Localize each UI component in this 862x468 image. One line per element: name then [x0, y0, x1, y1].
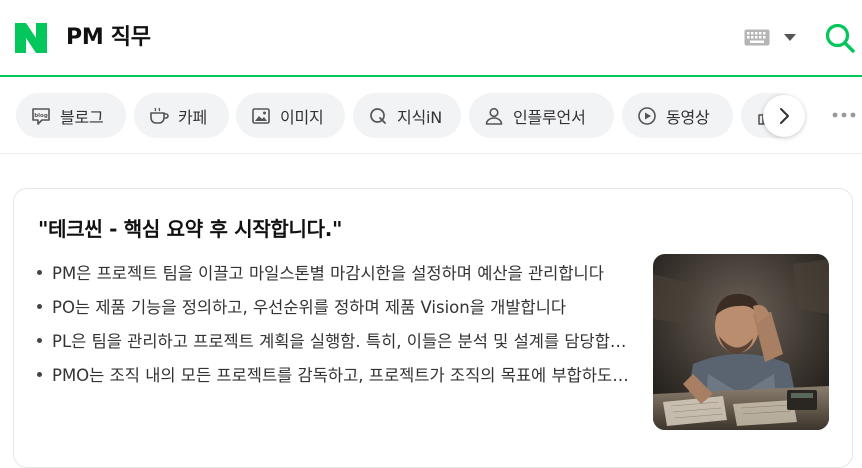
tab-label: 이미지 — [280, 107, 324, 127]
card-title[interactable]: "테크씬 - 핵심 요약 후 시작합니다." — [38, 214, 342, 244]
next-tabs-button[interactable] — [763, 95, 805, 137]
svg-text:blog: blog — [34, 113, 48, 119]
list-item-text[interactable]: PO는 제품 기능을 정의하고, 우선순위를 정하며 제품 Vision을 개발… — [52, 294, 566, 318]
naver-logo-icon[interactable] — [15, 23, 47, 53]
tab-label: 동영상 — [666, 107, 710, 127]
bullet-icon — [37, 371, 42, 377]
bullet-icon — [37, 269, 42, 275]
list-item: PM은 프로젝트 팀을 이끌고 마일스톤별 마감시한을 설정하며 예산을 관리합… — [37, 255, 637, 289]
list-item: PL은 팀을 관리하고 프로젝트 계획을 실행함. 특히, 이들은 분석 및 설… — [37, 323, 637, 357]
bullet-icon — [37, 303, 42, 309]
list-item: PO는 제품 기능을 정의하고, 우선순위를 정하며 제품 Vision을 개발… — [37, 289, 637, 323]
summary-list: PM은 프로젝트 팀을 이끌고 마일스톤별 마감시한을 설정하며 예산을 관리합… — [37, 255, 637, 391]
thumbnail-image[interactable] — [653, 254, 829, 430]
stressed-man-image — [653, 254, 829, 430]
chevron-right-icon — [780, 108, 789, 124]
tab-cafe[interactable]: 카페 — [134, 93, 229, 138]
search-query-text[interactable]: PM 직무 — [66, 22, 151, 54]
blog-icon: blog — [32, 107, 50, 125]
keyboard-icon[interactable] — [744, 29, 770, 46]
tab-label: 지식iN — [397, 107, 443, 127]
play-icon — [638, 106, 656, 125]
person-icon — [485, 107, 503, 125]
search-header: PM 직무 — [0, 0, 862, 77]
more-icon[interactable] — [831, 110, 857, 120]
knowledge-in-icon — [370, 107, 386, 124]
result-card: "테크씬 - 핵심 요약 후 시작합니다." PM은 프로젝트 팀을 이끌고 마… — [13, 188, 853, 468]
search-tabs: blog 블로그 카페 이미지 지식iN 인플루언서 동영상 — [0, 79, 862, 154]
list-item-text[interactable]: PM은 프로젝트 팀을 이끌고 마일스톤별 마감시한을 설정하며 예산을 관리합… — [52, 260, 604, 284]
list-item: PMO는 조직 내의 모든 프로젝트를 감독하고, 프로젝트가 조직의 목표에 … — [37, 357, 637, 391]
tab-video[interactable]: 동영상 — [622, 93, 733, 138]
tab-label: 인플루언서 — [513, 107, 586, 127]
list-item-text[interactable]: PMO는 조직 내의 모든 프로젝트를 감독하고, 프로젝트가 조직의 목표에 … — [52, 362, 636, 386]
tab-label: 카페 — [178, 107, 208, 127]
caret-down-icon[interactable] — [784, 33, 796, 43]
cafe-cup-icon — [150, 107, 169, 124]
tab-knowledge-in[interactable]: 지식iN — [353, 93, 461, 138]
tab-influencer[interactable]: 인플루언서 — [469, 93, 614, 138]
bullet-icon — [37, 337, 42, 343]
tab-image[interactable]: 이미지 — [236, 93, 345, 138]
tab-blog[interactable]: blog 블로그 — [16, 93, 126, 138]
search-icon[interactable] — [824, 22, 856, 54]
list-item-text[interactable]: PL은 팀을 관리하고 프로젝트 계획을 실행함. 특히, 이들은 분석 및 설… — [52, 328, 636, 352]
tab-label: 블로그 — [60, 107, 104, 127]
image-icon — [252, 107, 270, 124]
